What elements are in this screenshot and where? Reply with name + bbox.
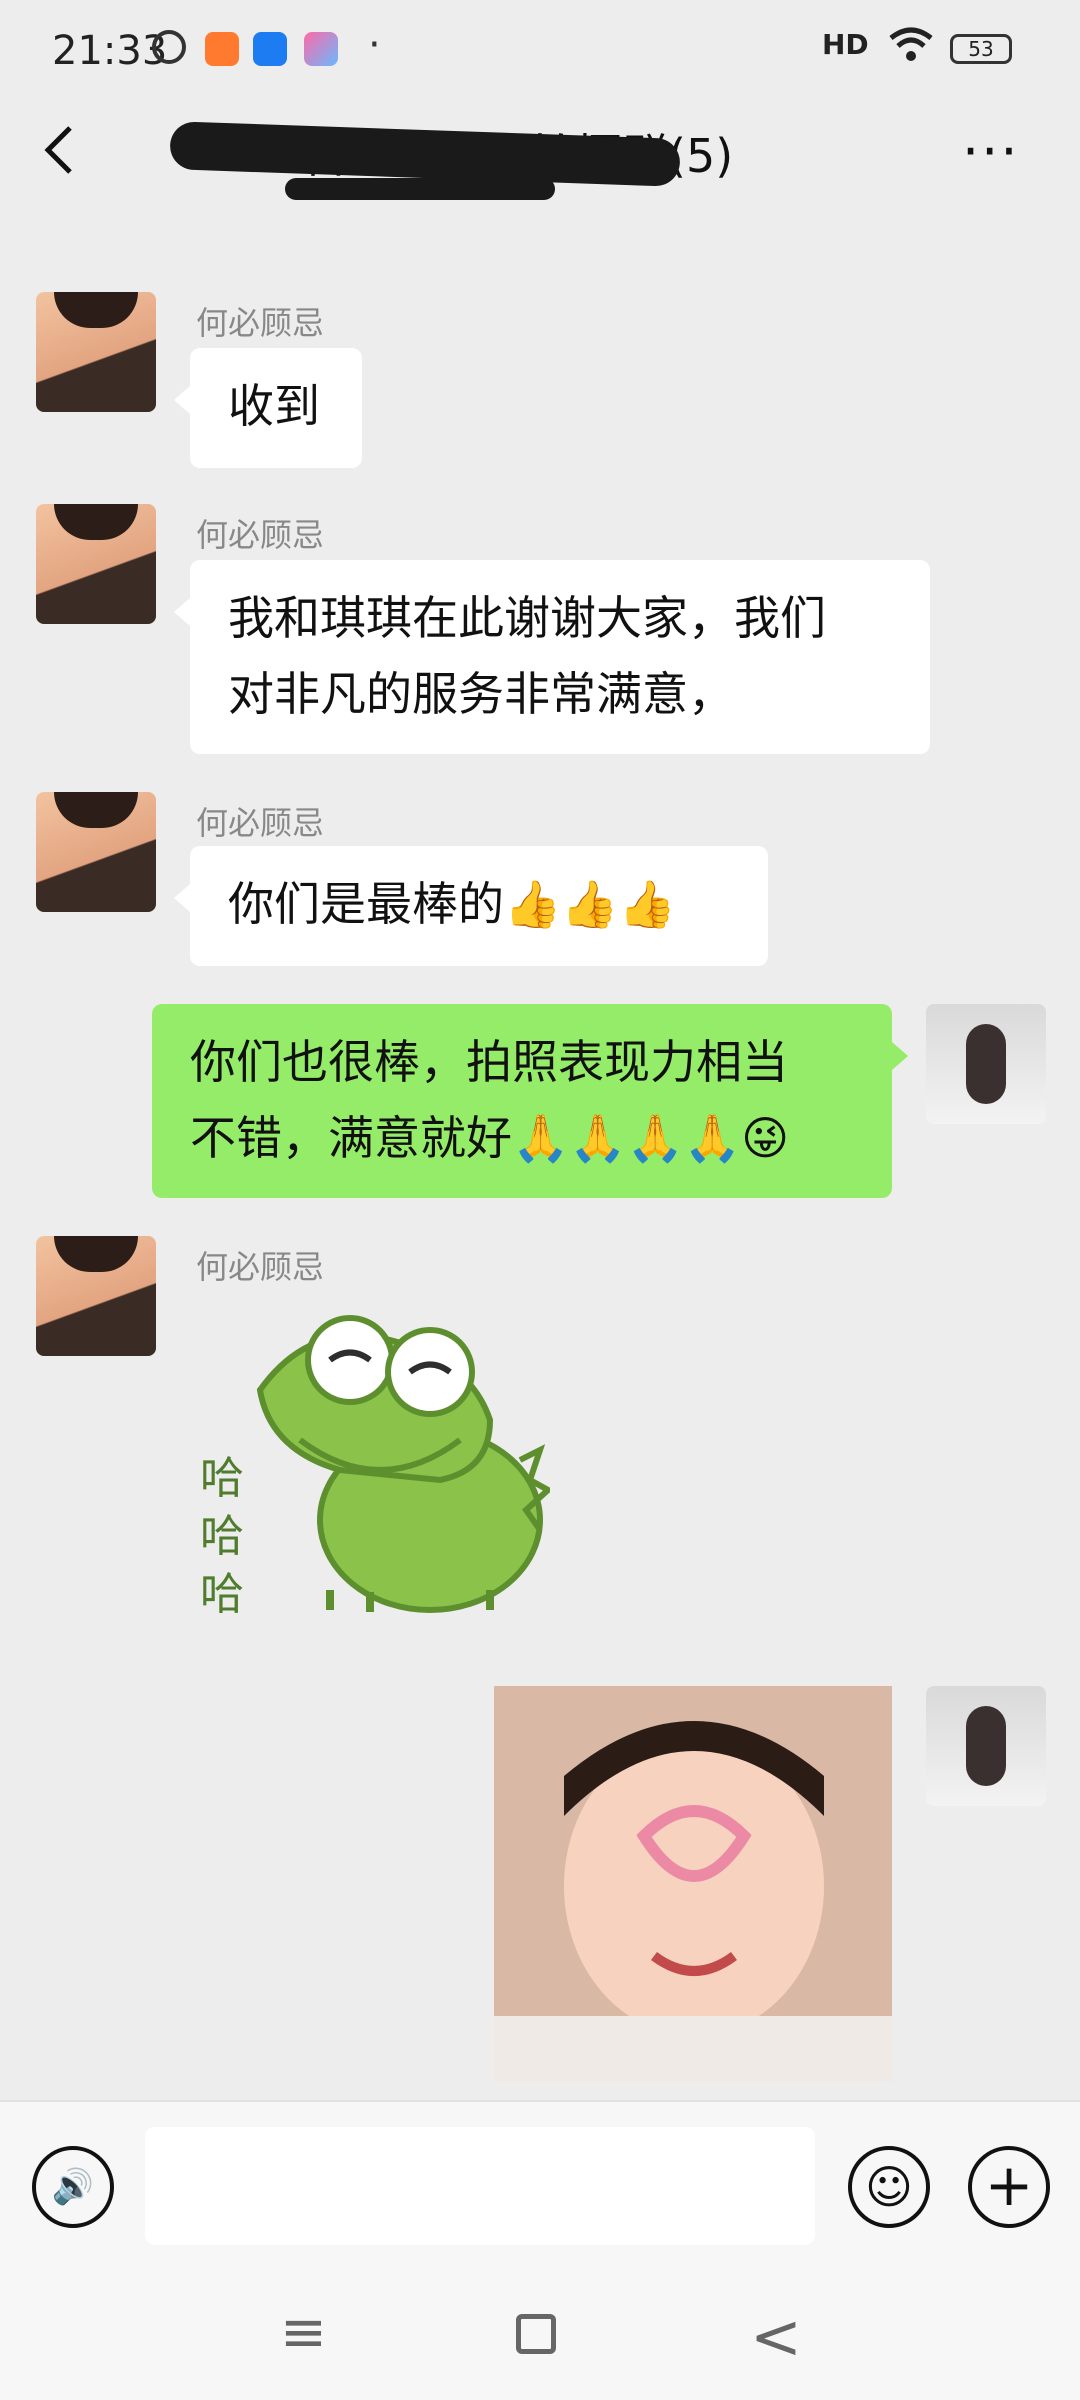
sender-avatar[interactable] bbox=[36, 1236, 156, 1356]
system-nav-bar: ≡ < bbox=[0, 2270, 1080, 2400]
sender-name: 何必顾忌 bbox=[196, 804, 325, 842]
message-text-line: 你们也很棒，拍照表现力相当 bbox=[190, 1035, 788, 1089]
message-text-line: 对非凡的服务非常满意， bbox=[228, 667, 734, 721]
app-notification-icon bbox=[253, 32, 287, 66]
plus-icon: + bbox=[984, 2151, 1034, 2219]
app-notification-icon bbox=[304, 32, 338, 66]
sender-avatar[interactable] bbox=[36, 292, 156, 412]
chat-header: 石中明幸福拍摄群(5) ··· bbox=[0, 100, 1080, 210]
chat-input-bar: 🔊 ☺ + bbox=[0, 2100, 1080, 2272]
back-button[interactable] bbox=[40, 120, 100, 180]
message-text-line: 不错，满意就好🙏🙏🙏🙏😜 bbox=[190, 1111, 790, 1165]
frog-sticker[interactable]: 哈哈哈 bbox=[190, 1300, 554, 1640]
photo-image bbox=[494, 1686, 892, 2082]
sender-name: 何必顾忌 bbox=[196, 516, 325, 554]
more-actions-button[interactable]: + bbox=[968, 2146, 1050, 2228]
voice-input-button[interactable]: 🔊 bbox=[32, 2146, 114, 2228]
message-text-line: 我和琪琪在此谢谢大家，我们 bbox=[228, 591, 826, 645]
more-notifications-dot: · bbox=[368, 22, 381, 68]
message-bubble[interactable]: 收到 bbox=[174, 348, 362, 468]
self-avatar[interactable] bbox=[926, 1004, 1046, 1124]
status-bar: 21:33 · HD 53 bbox=[0, 0, 1080, 100]
emoji-icon: ☺ bbox=[865, 2160, 913, 2214]
message-input[interactable] bbox=[145, 2127, 815, 2245]
sticker-text: 哈哈哈 bbox=[200, 1453, 244, 1620]
sender-name: 何必顾忌 bbox=[196, 304, 325, 342]
sender-avatar[interactable] bbox=[36, 504, 156, 624]
app-notification-icon bbox=[205, 32, 239, 66]
redaction-scribble bbox=[285, 178, 555, 200]
battery-icon: 53 bbox=[950, 34, 1012, 64]
message-bubble[interactable]: 你们是最棒的👍👍👍 bbox=[174, 846, 768, 966]
emoji-button[interactable]: ☺ bbox=[848, 2146, 930, 2228]
alarm-icon bbox=[152, 30, 186, 64]
sender-avatar[interactable] bbox=[36, 792, 156, 912]
wifi-icon bbox=[888, 24, 934, 74]
sender-name: 何必顾忌 bbox=[196, 1248, 325, 1286]
recent-apps-button[interactable]: ≡ bbox=[280, 2300, 327, 2365]
more-options-button[interactable]: ··· bbox=[962, 120, 1020, 183]
voice-icon: 🔊 bbox=[51, 2167, 95, 2207]
status-time: 21:33 bbox=[52, 28, 168, 74]
home-button[interactable] bbox=[516, 2314, 556, 2354]
wifi-icon bbox=[889, 27, 933, 61]
image-message[interactable] bbox=[494, 1686, 892, 2082]
self-avatar[interactable] bbox=[926, 1686, 1046, 1806]
system-back-button[interactable]: < bbox=[750, 2300, 802, 2373]
back-arrow-icon bbox=[44, 126, 72, 174]
signal-icon: HD bbox=[822, 28, 869, 61]
message-bubble[interactable]: 我和琪琪在此谢谢大家，我们 对非凡的服务非常满意， bbox=[174, 560, 930, 754]
message-bubble-self[interactable]: 你们也很棒，拍照表现力相当 不错，满意就好🙏🙏🙏🙏😜 bbox=[152, 1004, 908, 1198]
